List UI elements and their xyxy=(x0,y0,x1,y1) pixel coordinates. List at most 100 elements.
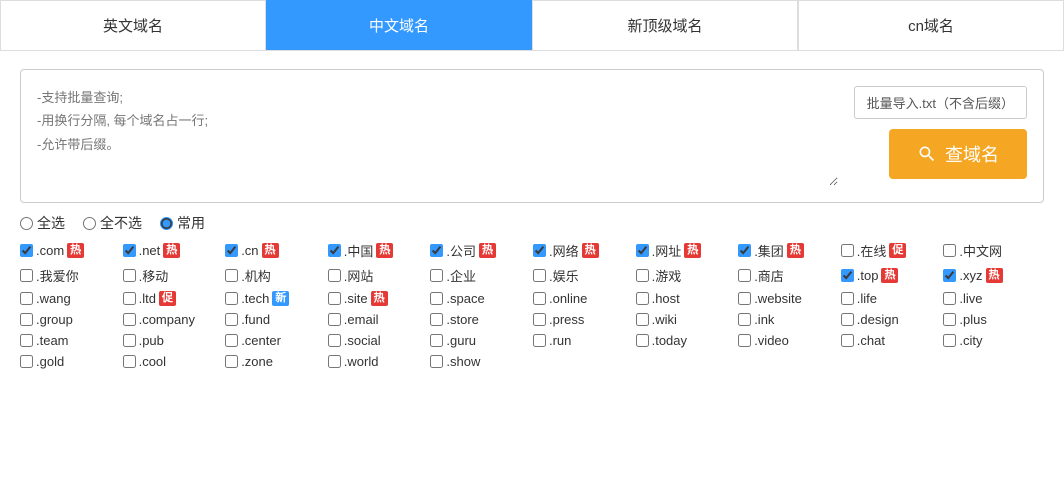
domain-checkbox-gold[interactable] xyxy=(20,355,33,368)
domain-checkbox-space[interactable] xyxy=(430,292,443,305)
domain-checkbox-公司[interactable] xyxy=(430,244,443,257)
domain-name-label: .show xyxy=(446,354,480,369)
tab-cn[interactable]: 中文域名 xyxy=(266,0,532,50)
domain-item: .cool xyxy=(123,354,224,369)
domain-checkbox-ink[interactable] xyxy=(738,313,751,326)
domain-checkbox-网址[interactable] xyxy=(636,244,649,257)
domain-checkbox-email[interactable] xyxy=(328,313,341,326)
domain-name-label: .网站 xyxy=(344,266,374,285)
domain-checkbox-group[interactable] xyxy=(20,313,33,326)
domain-name-label: .run xyxy=(549,333,571,348)
domain-checkbox-online[interactable] xyxy=(533,292,546,305)
domain-checkbox-social[interactable] xyxy=(328,334,341,347)
domain-checkbox-team[interactable] xyxy=(20,334,33,347)
domain-checkbox-商店[interactable] xyxy=(738,269,751,282)
domain-checkbox-集团[interactable] xyxy=(738,244,751,257)
domain-item: .website xyxy=(738,291,839,306)
domain-checkbox-中文网[interactable] xyxy=(943,244,956,257)
domain-item: .email xyxy=(328,312,429,327)
domain-checkbox-show[interactable] xyxy=(430,355,443,368)
domain-name-label: .商店 xyxy=(754,266,784,285)
domain-item: .store xyxy=(430,312,531,327)
import-button[interactable]: 批量导入.txt（不含后缀） xyxy=(854,86,1027,119)
domain-checkbox-center[interactable] xyxy=(225,334,238,347)
domain-checkbox-com[interactable] xyxy=(20,244,33,257)
domain-checkbox-site[interactable] xyxy=(328,292,341,305)
domain-item: .group xyxy=(20,312,121,327)
domain-checkbox-host[interactable] xyxy=(636,292,649,305)
domain-checkbox-chat[interactable] xyxy=(841,334,854,347)
domain-item: .live xyxy=(943,291,1044,306)
domain-name-label: .com xyxy=(36,243,64,258)
tab-new-tld[interactable]: 新顶级域名 xyxy=(532,0,798,50)
domain-name-label: .chat xyxy=(857,333,885,348)
domain-item: .游戏 xyxy=(636,266,737,285)
common-option[interactable]: 常用 xyxy=(160,213,205,233)
domain-checkbox-移动[interactable] xyxy=(123,269,136,282)
domain-checkbox-plus[interactable] xyxy=(943,313,956,326)
domain-badge: 促 xyxy=(159,291,176,306)
domain-checkbox-娱乐[interactable] xyxy=(533,269,546,282)
domain-checkbox-cn[interactable] xyxy=(225,244,238,257)
domain-checkbox-net[interactable] xyxy=(123,244,136,257)
domain-checkbox-world[interactable] xyxy=(328,355,341,368)
tabs-container: 英文域名中文域名新顶级域名cn域名 xyxy=(0,0,1064,51)
domain-item: .娱乐 xyxy=(533,266,634,285)
domain-checkbox-run[interactable] xyxy=(533,334,546,347)
domain-item: .ltd促 xyxy=(123,291,224,306)
domain-checkbox-company[interactable] xyxy=(123,313,136,326)
deselect-all-option[interactable]: 全不选 xyxy=(83,213,142,233)
domain-item: .video xyxy=(738,333,839,348)
domain-checkbox-video[interactable] xyxy=(738,334,751,347)
search-btn-label: 查域名 xyxy=(945,141,999,167)
domain-checkbox-在线[interactable] xyxy=(841,244,854,257)
domain-checkbox-机构[interactable] xyxy=(225,269,238,282)
search-textarea[interactable] xyxy=(37,86,838,186)
domain-checkbox-xyz[interactable] xyxy=(943,269,956,282)
domain-checkbox-store[interactable] xyxy=(430,313,443,326)
domain-item: .移动 xyxy=(123,266,224,285)
domain-item: .中文网 xyxy=(943,241,1044,260)
domain-checkbox-网站[interactable] xyxy=(328,269,341,282)
domain-item: .集团热 xyxy=(738,241,839,260)
domain-checkbox-design[interactable] xyxy=(841,313,854,326)
search-button[interactable]: 查域名 xyxy=(889,129,1027,179)
domain-name-label: .store xyxy=(446,312,479,327)
domain-checkbox-wang[interactable] xyxy=(20,292,33,305)
domain-checkbox-top[interactable] xyxy=(841,269,854,282)
domain-checkbox-中国[interactable] xyxy=(328,244,341,257)
domain-name-label: .press xyxy=(549,312,584,327)
domain-checkbox-wiki[interactable] xyxy=(636,313,649,326)
domain-checkbox-live[interactable] xyxy=(943,292,956,305)
domain-checkbox-我爱你[interactable] xyxy=(20,269,33,282)
domain-checkbox-zone[interactable] xyxy=(225,355,238,368)
domain-name-label: .pub xyxy=(139,333,164,348)
domain-checkbox-guru[interactable] xyxy=(430,334,443,347)
select-all-option[interactable]: 全选 xyxy=(20,213,65,233)
domain-checkbox-website[interactable] xyxy=(738,292,751,305)
deselect-all-radio[interactable] xyxy=(83,217,96,230)
domain-name-label: .机构 xyxy=(241,266,271,285)
domain-item: .企业 xyxy=(430,266,531,285)
domain-checkbox-today[interactable] xyxy=(636,334,649,347)
domain-checkbox-city[interactable] xyxy=(943,334,956,347)
select-all-radio[interactable] xyxy=(20,217,33,230)
domain-item: .top热 xyxy=(841,266,942,285)
domain-checkbox-press[interactable] xyxy=(533,313,546,326)
domain-name-label: .ink xyxy=(754,312,774,327)
domain-checkbox-tech[interactable] xyxy=(225,292,238,305)
domain-checkbox-pub[interactable] xyxy=(123,334,136,347)
domain-checkbox-企业[interactable] xyxy=(430,269,443,282)
domain-checkbox-cool[interactable] xyxy=(123,355,136,368)
domain-name-label: .website xyxy=(754,291,802,306)
common-radio[interactable] xyxy=(160,217,173,230)
domain-badge: 新 xyxy=(272,291,289,306)
tab-en[interactable]: 英文域名 xyxy=(0,0,266,50)
domain-item: .pub xyxy=(123,333,224,348)
domain-checkbox-游戏[interactable] xyxy=(636,269,649,282)
domain-checkbox-fund[interactable] xyxy=(225,313,238,326)
domain-checkbox-life[interactable] xyxy=(841,292,854,305)
domain-checkbox-ltd[interactable] xyxy=(123,292,136,305)
tab-cn-domain[interactable]: cn域名 xyxy=(798,0,1064,50)
domain-checkbox-网络[interactable] xyxy=(533,244,546,257)
